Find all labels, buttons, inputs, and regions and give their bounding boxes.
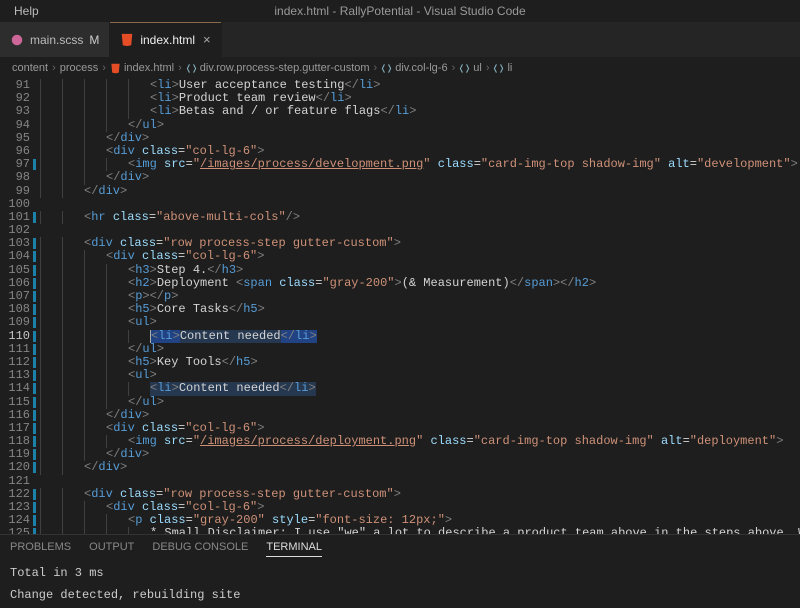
brackets-icon: [381, 63, 392, 74]
html-icon: [110, 63, 121, 74]
tab-label: main.scss: [30, 33, 83, 47]
bottom-panel: PROBLEMS OUTPUT DEBUG CONSOLE TERMINAL T…: [0, 534, 800, 600]
html-icon: [120, 33, 134, 47]
panel-tab-output[interactable]: OUTPUT: [89, 541, 134, 557]
tab-label: index.html: [140, 33, 195, 47]
brackets-icon: [459, 63, 470, 74]
panel-tab-terminal[interactable]: TERMINAL: [266, 541, 322, 557]
brackets-icon: [493, 63, 504, 74]
editor-tabs: main.scss M index.html ×: [0, 22, 800, 57]
panel-tab-problems[interactable]: PROBLEMS: [10, 541, 71, 557]
menu-help[interactable]: Help: [8, 2, 45, 20]
breadcrumb-seg[interactable]: process: [60, 62, 99, 74]
terminal-output[interactable]: Total in 3 ms Change detected, rebuildin…: [0, 560, 800, 608]
tab-main-scss[interactable]: main.scss M: [0, 22, 110, 57]
breadcrumb-seg[interactable]: ul: [459, 62, 482, 74]
modified-indicator: M: [89, 33, 99, 47]
menu-bar: Help: [0, 0, 800, 22]
panel-tab-debug[interactable]: DEBUG CONSOLE: [152, 541, 248, 557]
breadcrumb-seg[interactable]: index.html: [110, 62, 174, 74]
breadcrumb-seg[interactable]: div.col-lg-6: [381, 62, 447, 74]
panel-tabs: PROBLEMS OUTPUT DEBUG CONSOLE TERMINAL: [0, 535, 800, 560]
code-area[interactable]: <li>User acceptance testing</li><li>Prod…: [40, 79, 800, 534]
code-editor[interactable]: 9192939495969798991001011021031041051061…: [0, 79, 800, 534]
breadcrumb-seg[interactable]: li: [493, 62, 512, 74]
sass-icon: [10, 33, 24, 47]
breadcrumb-seg[interactable]: div.row.process-step.gutter-custom: [186, 62, 370, 74]
line-numbers: 9192939495969798991001011021031041051061…: [0, 79, 40, 534]
breadcrumb-seg[interactable]: content: [12, 62, 48, 74]
breadcrumbs[interactable]: content› process› index.html› div.row.pr…: [0, 57, 800, 79]
tab-index-html[interactable]: index.html ×: [110, 22, 221, 57]
close-icon[interactable]: ×: [203, 32, 211, 47]
brackets-icon: [186, 63, 197, 74]
